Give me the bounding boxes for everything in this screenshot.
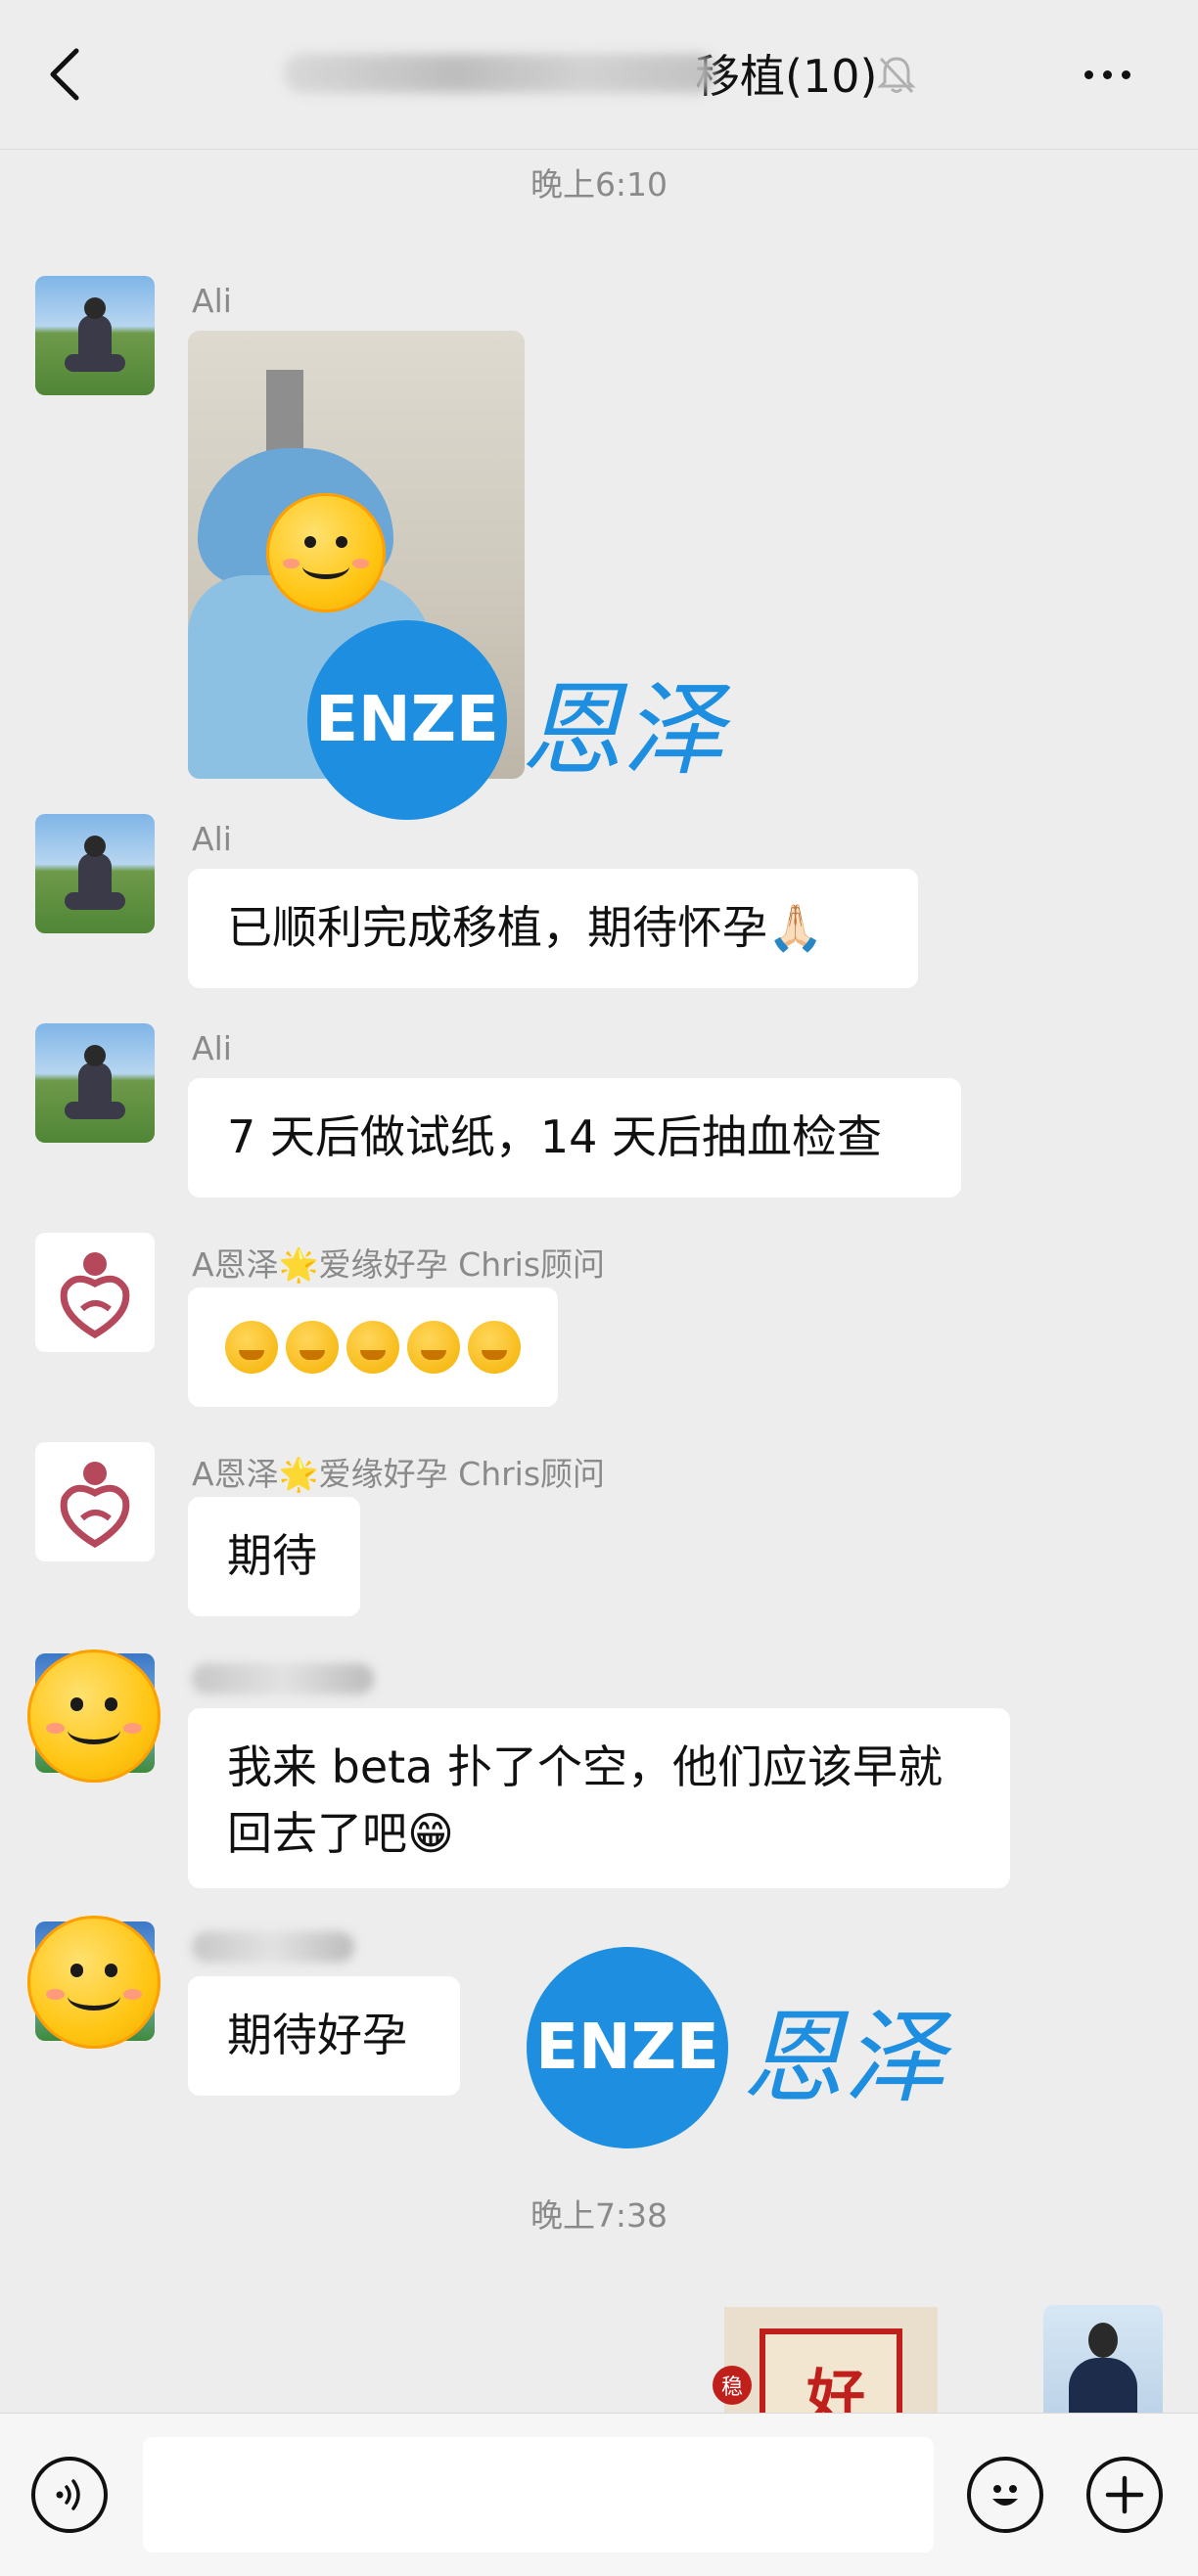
voice-icon[interactable] [31,2457,108,2533]
input-bar [0,2413,1198,2576]
enze-watermark: ENZE 恩泽 [527,1947,945,2148]
shushing-face-icon [346,1321,399,1374]
shushing-face-icon [225,1321,278,1374]
chat-header: 移植(10) [0,0,1198,150]
shushing-face-icon [407,1321,460,1374]
avatar[interactable] [35,1023,155,1143]
heart-logo-icon [60,1252,130,1339]
bell-slash-icon [877,57,916,94]
more-horizontal-icon[interactable] [1084,70,1130,79]
chevron-left-icon[interactable] [45,47,84,102]
sender-name: A恩泽🌟爱缘好孕 Chris顾问 [192,1455,606,1493]
watermark-latin: ENZE [527,1947,728,2148]
sender-name: Ali [192,820,232,858]
watermark-latin: ENZE [307,620,507,820]
message-bubble[interactable]: 期待 [188,1497,360,1616]
sender-name-redacted [192,1663,374,1695]
emoji-message-bubble[interactable] [188,1288,558,1407]
avatar[interactable] [35,276,155,395]
chat-title: 移植(10) [284,39,877,108]
title-redacted [284,54,714,93]
watermark-chinese: 恩泽 [521,669,725,790]
message-bubble[interactable]: 7 天后做试纸，14 天后抽血检查 [188,1078,961,1198]
chat-title-text: 移植(10) [695,50,878,103]
my-avatar[interactable] [1043,2305,1163,2415]
avatar[interactable] [35,814,155,933]
sent-image-message[interactable]: 稳 好 [713,2307,938,2436]
plus-icon[interactable] [1086,2457,1163,2533]
avatar[interactable] [35,1442,155,1561]
watermark-chinese: 恩泽 [742,1997,946,2117]
message-bubble[interactable]: 期待好孕 [188,1976,460,2096]
smiley-sticker-icon [266,493,386,612]
shushing-face-icon [468,1321,521,1374]
heart-logo-icon [60,1462,130,1549]
timestamp: 晚上7:38 [530,2196,668,2235]
message-input[interactable] [143,2437,934,2553]
sender-name-redacted [192,1931,354,1963]
enze-watermark: ENZE 恩泽 [307,620,724,820]
emoji-smile-icon[interactable] [967,2457,1043,2533]
smiley-sticker-icon [27,1916,161,2049]
sender-name: A恩泽🌟爱缘好孕 Chris顾问 [192,1245,606,1284]
timestamp: 晚上6:10 [530,165,668,203]
avatar[interactable] [35,1233,155,1352]
seal-stamp: 稳 [713,2366,752,2405]
emoji-row [225,1316,521,1378]
smiley-sticker-icon [27,1650,161,1783]
message-bubble[interactable]: 已顺利完成移植，期待怀孕🙏🏻 [188,869,918,988]
shushing-face-icon [286,1321,339,1374]
sender-name: Ali [192,1029,232,1067]
sender-name: Ali [192,282,232,320]
message-bubble[interactable]: 我来 beta 扑了个空，他们应该早就回去了吧😁 [188,1708,1010,1888]
